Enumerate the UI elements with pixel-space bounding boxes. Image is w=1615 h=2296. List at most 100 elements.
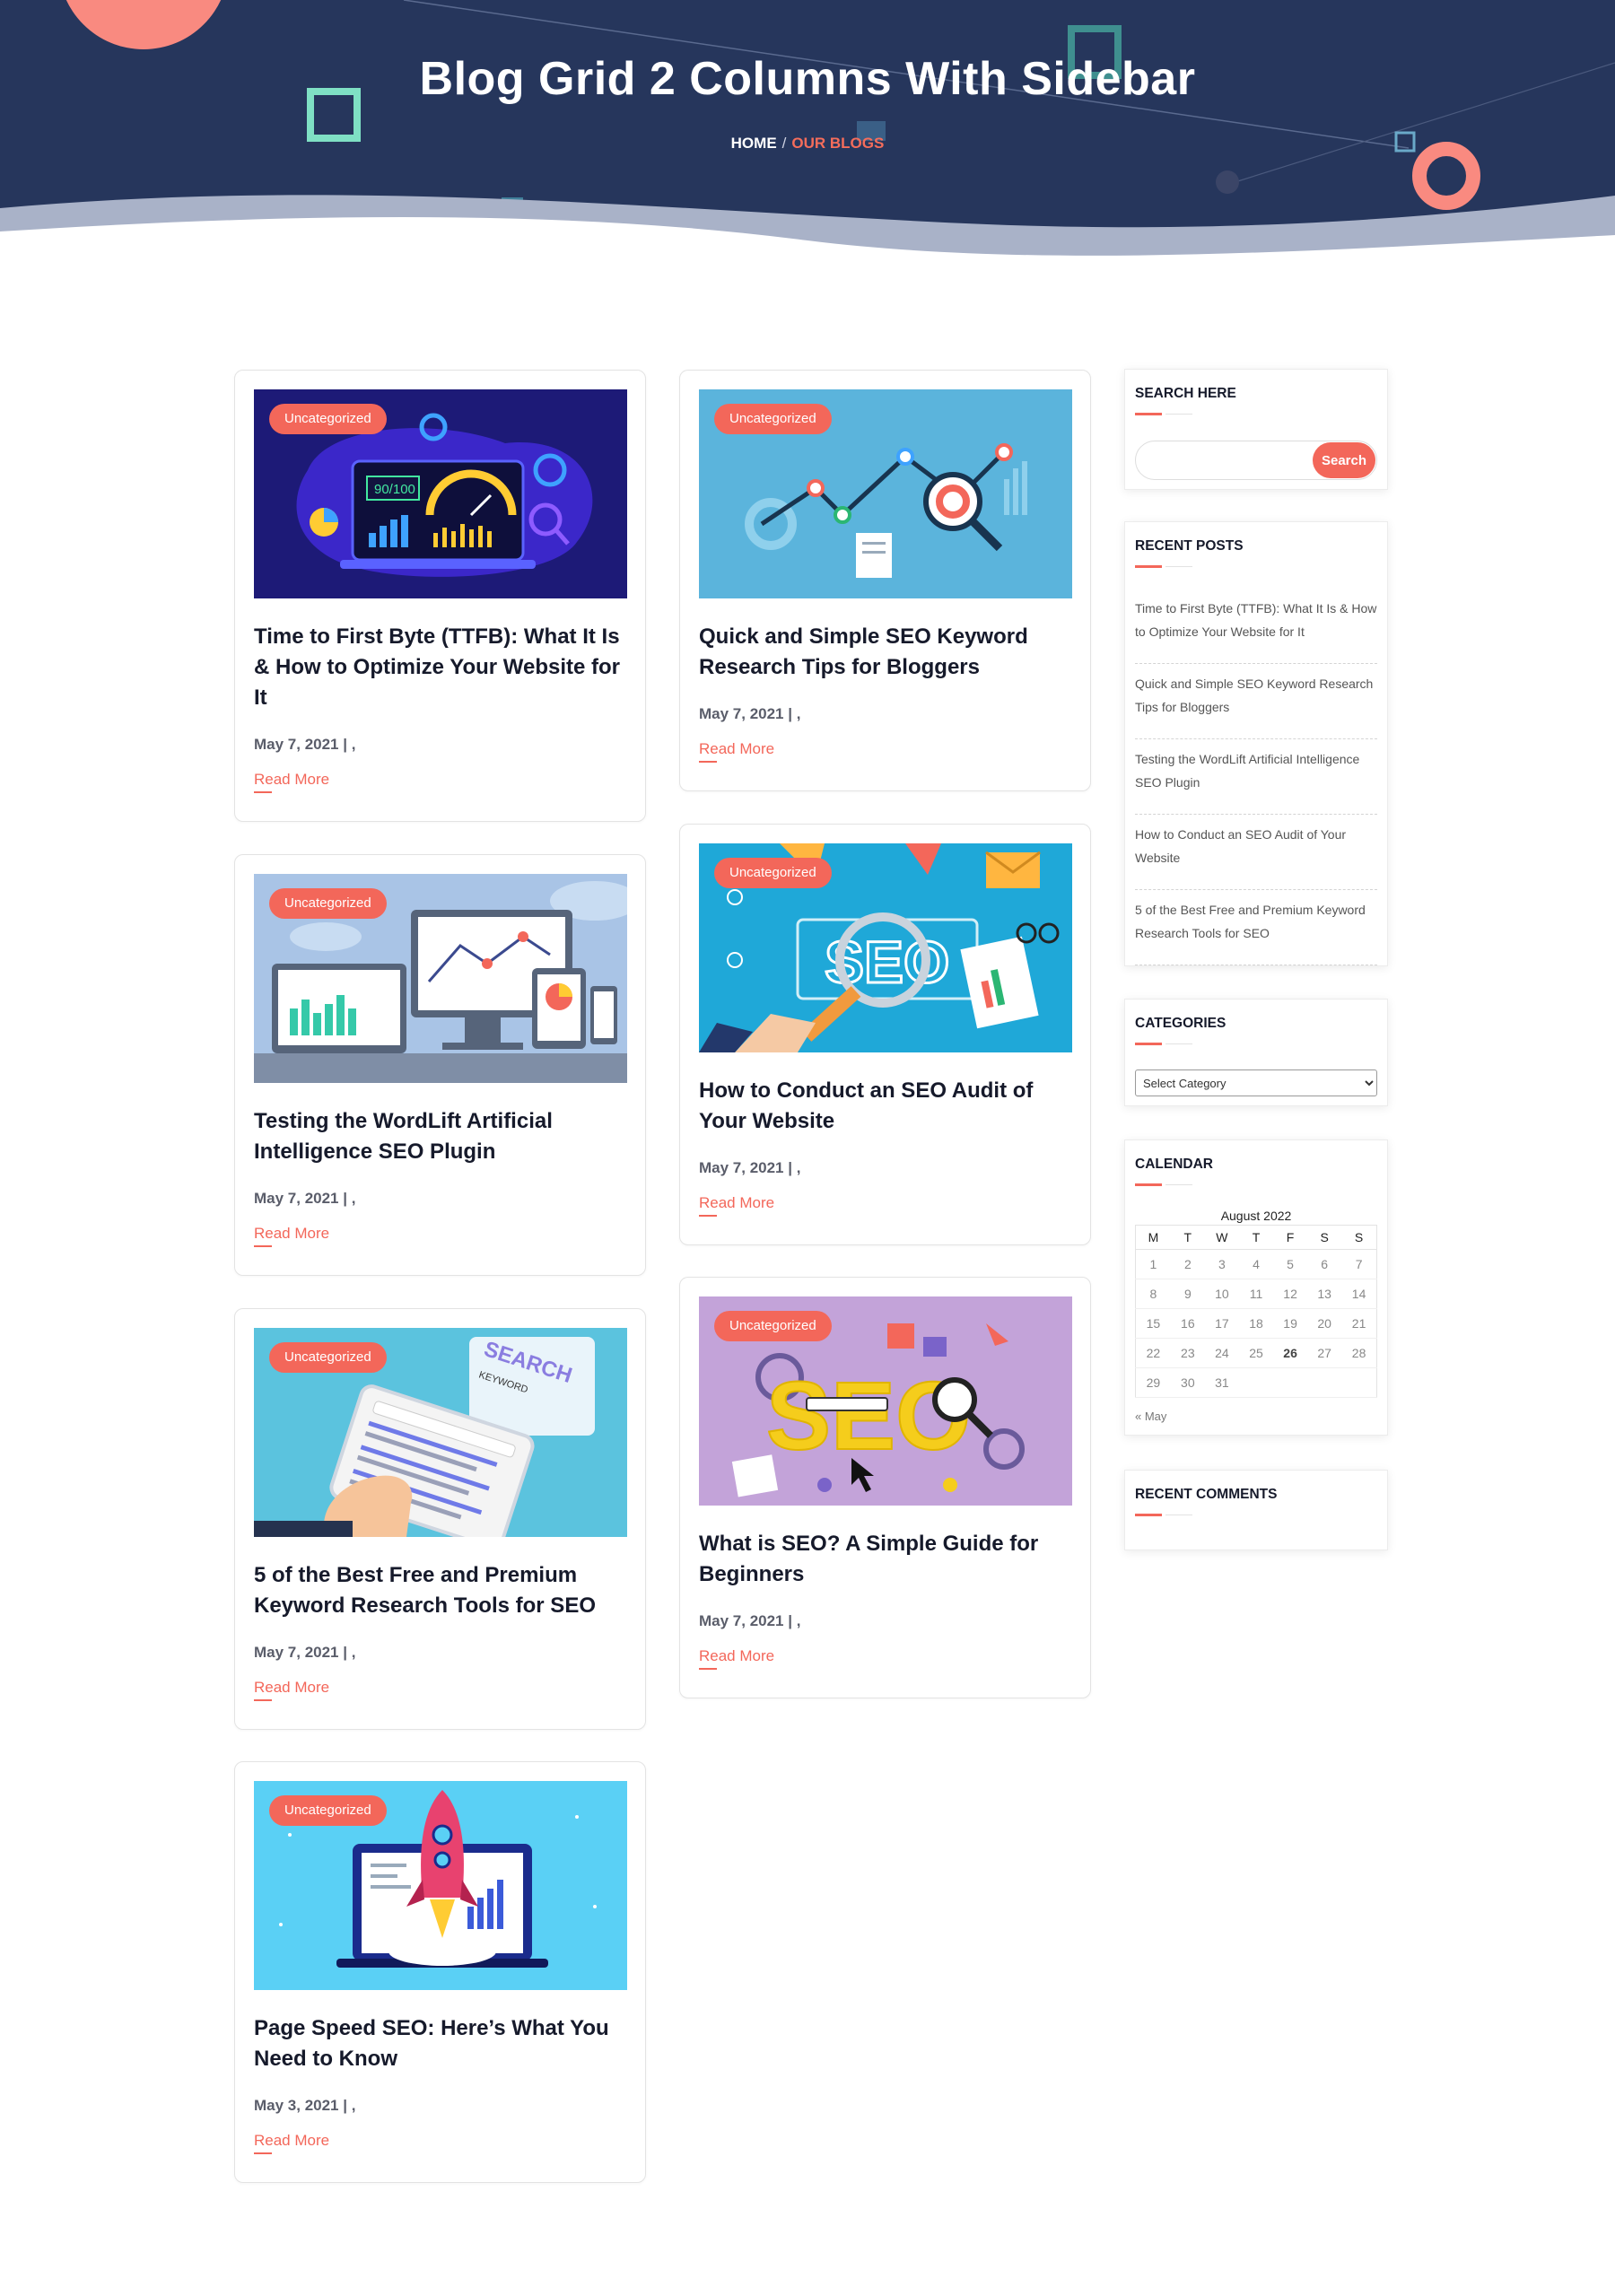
title-underline — [1135, 565, 1192, 568]
breadcrumb-home-link[interactable]: HOME — [731, 135, 777, 152]
post-date: May 7, 2021 | , — [699, 1159, 801, 1176]
post-card: Uncategorized Testing the WordLift Artif… — [234, 854, 646, 1276]
title-underline — [1135, 1183, 1192, 1186]
weekday-header: M — [1135, 1225, 1171, 1250]
calendar-day: 5 — [1273, 1249, 1308, 1279]
calendar-prev-link[interactable]: « May — [1135, 1410, 1166, 1423]
calendar-day: 16 — [1170, 1308, 1205, 1339]
breadcrumb-current: OUR BLOGS — [791, 135, 885, 152]
title-underline — [1135, 1514, 1192, 1516]
calendar-month: August 2022 — [1220, 1209, 1292, 1223]
calendar-day: 29 — [1135, 1367, 1171, 1398]
calendar-day: 4 — [1238, 1249, 1274, 1279]
post-title[interactable]: Testing the WordLift Artificial Intellig… — [254, 1106, 631, 1167]
calendar-day — [1238, 1367, 1274, 1398]
page-hero: Blog Grid 2 Columns With Sidebar HOME / OU… — [0, 0, 1615, 278]
recent-post-link[interactable]: Time to First Byte (TTFB): What It Is & … — [1135, 589, 1377, 664]
calendar-day: 28 — [1341, 1338, 1377, 1368]
recent-posts-title: RECENT POSTS — [1135, 538, 1244, 554]
post-date: May 7, 2021 | , — [699, 705, 801, 722]
post-card: Uncategorized Page Speed SEO: Here’s Wha… — [234, 1761, 646, 2183]
search-form: Search — [1135, 441, 1377, 480]
category-badge[interactable]: Uncategorized — [269, 1342, 387, 1373]
read-more-link[interactable]: Read More — [254, 771, 329, 793]
search-button[interactable]: Search — [1313, 442, 1375, 478]
post-card: SEO Uncategorized What is SEO? A Simple … — [679, 1277, 1091, 1698]
calendar-day: 25 — [1238, 1338, 1274, 1368]
calendar-day: 1 — [1135, 1249, 1171, 1279]
read-more-link[interactable]: Read More — [699, 740, 774, 763]
calendar-week-row: 8 9 10 11 12 13 14 — [1135, 1279, 1377, 1309]
weekday-header: S — [1341, 1225, 1377, 1250]
recent-comments-widget: RECENT COMMENTS — [1124, 1470, 1388, 1550]
svg-text:90/100: 90/100 — [374, 482, 415, 497]
search-input[interactable] — [1136, 441, 1315, 479]
calendar-day: 9 — [1170, 1279, 1205, 1309]
weekday-header: T — [1170, 1225, 1205, 1250]
calendar-day: 12 — [1273, 1279, 1308, 1309]
calendar-day: 7 — [1341, 1249, 1377, 1279]
calendar-day — [1341, 1367, 1377, 1398]
calendar-days: 1 2 3 4 5 6 7 8 9 10 11 12 13 14 15 16 17 18 19 20 21 22 23 24 2… — [1135, 1249, 1377, 1398]
read-more-link[interactable]: Read More — [254, 2132, 329, 2154]
category-select[interactable]: Select Category — [1135, 1069, 1377, 1096]
post-title[interactable]: Page Speed SEO: Here’s What You Need to … — [254, 2013, 631, 2074]
recent-post-link[interactable]: 5 of the Best Free and Premium Keyword R… — [1135, 890, 1377, 965]
post-date: May 7, 2021 | , — [254, 1644, 356, 1661]
title-underline — [1135, 413, 1192, 415]
post-card: SEO Uncategorized How to Conduct an SEO … — [679, 824, 1091, 1245]
post-card: Uncategorized Quick and Simple SEO Keywo… — [679, 370, 1091, 791]
calendar-title: CALENDAR — [1135, 1157, 1213, 1172]
recent-posts-list: Time to First Byte (TTFB): What It Is & … — [1135, 589, 1377, 965]
post-date: May 7, 2021 | , — [254, 736, 356, 753]
calendar-day: 26 — [1273, 1338, 1308, 1368]
calendar-day: 13 — [1307, 1279, 1342, 1309]
category-badge[interactable]: Uncategorized — [714, 404, 832, 434]
calendar-day: 21 — [1341, 1308, 1377, 1339]
calendar-table: M T W T F S S 1 2 3 4 5 6 7 8 9 10 11 12 13 14 15 16 17 1… — [1135, 1225, 1377, 1398]
post-title[interactable]: 5 of the Best Free and Premium Keyword R… — [254, 1560, 631, 1621]
read-more-link[interactable]: Read More — [254, 1679, 329, 1701]
calendar-week-row: 1234567 — [1135, 1249, 1377, 1279]
post-card: SEARCH KEYWORD Uncategorized 5 of the Be… — [234, 1308, 646, 1730]
calendar-day — [1307, 1367, 1342, 1398]
post-title[interactable]: How to Conduct an SEO Audit of Your Webs… — [699, 1076, 1076, 1137]
calendar-week-row: 15 16 17 18 19 20 21 — [1135, 1308, 1377, 1339]
category-badge[interactable]: Uncategorized — [269, 1795, 387, 1826]
post-title[interactable]: Quick and Simple SEO Keyword Research Ti… — [699, 622, 1076, 683]
category-badge[interactable]: Uncategorized — [714, 858, 832, 888]
calendar-widget: CALENDAR August 2022 M T W T F S S 12345… — [1124, 1139, 1388, 1436]
category-badge[interactable]: Uncategorized — [269, 404, 387, 434]
calendar-day: 27 — [1307, 1338, 1342, 1368]
calendar-day: 15 — [1135, 1308, 1171, 1339]
read-more-link[interactable]: Read More — [699, 1194, 774, 1217]
post-title[interactable]: Time to First Byte (TTFB): What It Is & … — [254, 622, 631, 713]
calendar-day: 19 — [1273, 1308, 1308, 1339]
weekday-header: F — [1273, 1225, 1308, 1250]
calendar-day: 24 — [1204, 1338, 1239, 1368]
category-badge[interactable]: Uncategorized — [269, 888, 387, 919]
calendar-day — [1273, 1367, 1308, 1398]
calendar-day: 31 — [1204, 1367, 1239, 1398]
calendar-week-row: 29 30 31 — [1135, 1367, 1377, 1398]
search-widget-title: SEARCH HERE — [1135, 386, 1236, 401]
recent-post-link[interactable]: How to Conduct an SEO Audit of Your Webs… — [1135, 815, 1377, 890]
calendar-day: 10 — [1204, 1279, 1239, 1309]
calendar-day: 14 — [1341, 1279, 1377, 1309]
calendar-day: 22 — [1135, 1338, 1171, 1368]
calendar-day: 3 — [1204, 1249, 1239, 1279]
breadcrumb: HOME / OUR BLOGS — [0, 135, 1615, 153]
calendar-day: 18 — [1238, 1308, 1274, 1339]
post-date: May 7, 2021 | , — [254, 1190, 356, 1207]
search-widget: SEARCH HERE Search — [1124, 369, 1388, 490]
categories-title: CATEGORIES — [1135, 1016, 1227, 1031]
recent-post-link[interactable]: Quick and Simple SEO Keyword Research Ti… — [1135, 664, 1377, 739]
post-title[interactable]: What is SEO? A Simple Guide for Beginner… — [699, 1529, 1076, 1590]
calendar-day: 2 — [1170, 1249, 1205, 1279]
read-more-link[interactable]: Read More — [699, 1647, 774, 1670]
post-date: May 3, 2021 | , — [254, 2097, 356, 2114]
weekday-header: W — [1204, 1225, 1239, 1250]
category-badge[interactable]: Uncategorized — [714, 1311, 832, 1341]
recent-post-link[interactable]: Testing the WordLift Artificial Intellig… — [1135, 739, 1377, 815]
read-more-link[interactable]: Read More — [254, 1225, 329, 1247]
